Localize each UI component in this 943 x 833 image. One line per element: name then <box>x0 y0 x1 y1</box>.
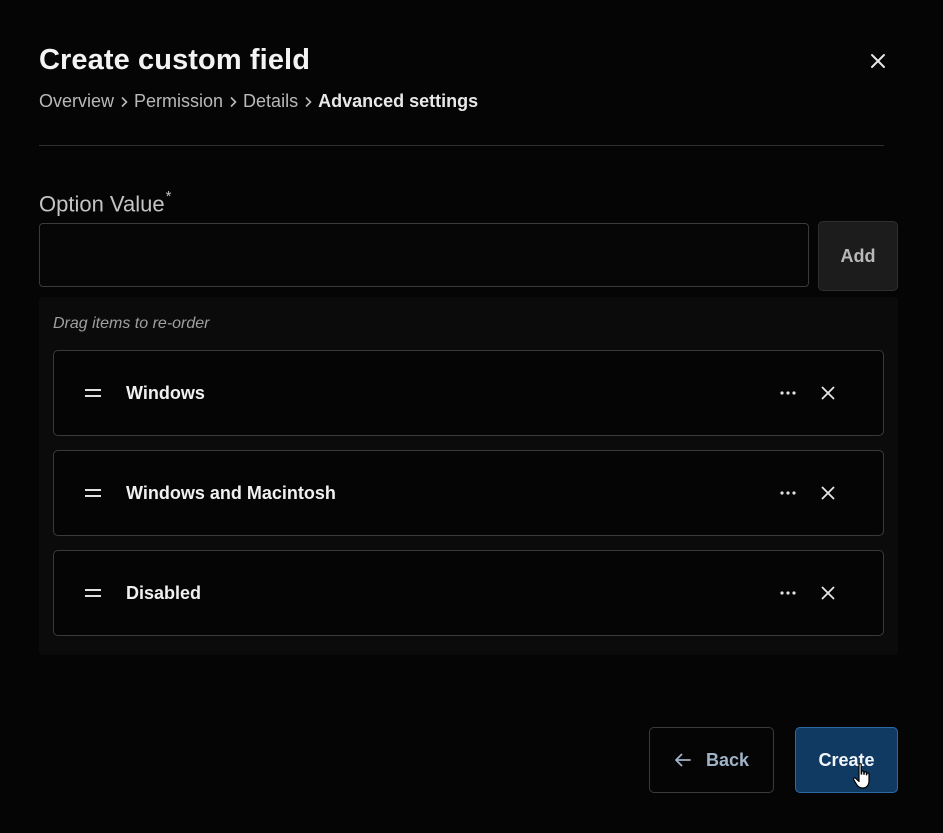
breadcrumb: Overview Permission Details Advanced set… <box>39 91 478 112</box>
arrow-left-icon <box>675 753 691 767</box>
breadcrumb-advanced-settings: Advanced settings <box>318 91 479 111</box>
close-icon <box>821 586 835 600</box>
more-horizontal-icon <box>780 391 796 395</box>
more-options-button[interactable] <box>774 581 802 605</box>
remove-item-button[interactable] <box>814 379 842 407</box>
add-option-button[interactable]: Add <box>818 221 898 291</box>
more-horizontal-icon <box>780 491 796 495</box>
option-value-label: Option Value* <box>39 188 172 217</box>
chevron-right-icon <box>303 96 313 108</box>
breadcrumb-details[interactable]: Details <box>243 91 298 112</box>
option-list-panel: Drag items to re-order Windows Windows a… <box>39 297 898 655</box>
list-item-label: Windows and Macintosh <box>126 483 336 503</box>
list-item-label: Windows <box>126 383 205 403</box>
drag-handle-icon[interactable] <box>84 486 102 500</box>
option-value-label-text: Option Value <box>39 191 165 217</box>
create-custom-field-modal: Create custom field Overview Permission … <box>0 0 943 833</box>
remove-item-button[interactable] <box>814 579 842 607</box>
reorder-hint: Drag items to re-order <box>53 315 210 332</box>
more-horizontal-icon <box>780 591 796 595</box>
list-item[interactable]: Windows and Macintosh <box>53 450 884 536</box>
remove-item-button[interactable] <box>814 479 842 507</box>
modal-title: Create custom field <box>39 44 311 76</box>
close-icon <box>821 386 835 400</box>
back-button-label: Back <box>705 749 750 770</box>
header-divider <box>39 145 884 146</box>
chevron-right-icon <box>228 96 238 108</box>
close-button[interactable] <box>864 47 892 75</box>
list-item-label: Disabled <box>126 583 202 603</box>
create-button[interactable]: Create <box>795 727 898 793</box>
more-options-button[interactable] <box>774 481 802 505</box>
drag-handle-icon[interactable] <box>84 386 102 400</box>
drag-handle-icon[interactable] <box>84 586 102 600</box>
breadcrumb-overview[interactable]: Overview <box>39 91 114 112</box>
list-item[interactable]: Windows <box>53 350 884 436</box>
back-button[interactable]: Back <box>649 727 774 793</box>
close-icon <box>871 54 885 68</box>
more-options-button[interactable] <box>774 381 802 405</box>
chevron-right-icon <box>119 96 129 108</box>
required-marker: * <box>165 188 172 205</box>
list-item[interactable]: Disabled <box>53 550 884 636</box>
breadcrumb-permission[interactable]: Permission <box>134 91 223 112</box>
option-value-input[interactable] <box>39 223 809 287</box>
close-icon <box>821 486 835 500</box>
